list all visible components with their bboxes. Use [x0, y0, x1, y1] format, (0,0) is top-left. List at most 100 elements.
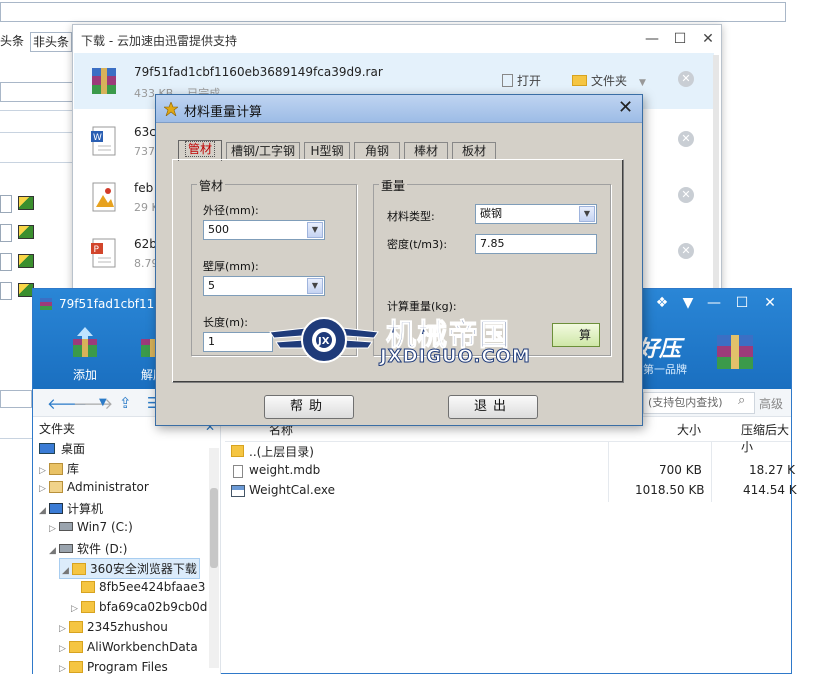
- expand-icon[interactable]: ▷: [59, 624, 69, 634]
- dialog-title: 材料重量计算: [184, 105, 263, 120]
- weight-group-label: 重量: [379, 177, 408, 194]
- folder-pane-title: 文件夹: [39, 422, 76, 436]
- close-icon[interactable]: ✕: [618, 97, 633, 118]
- close-button[interactable]: ✕: [759, 293, 781, 313]
- chevron-down-icon[interactable]: ▼: [307, 222, 323, 238]
- tree-label: 桌面: [61, 442, 86, 456]
- tree-item-computer[interactable]: ◢ 计算机: [39, 500, 103, 517]
- tab-plate[interactable]: 板材: [452, 142, 496, 160]
- tree-item-library[interactable]: ▷ 库: [39, 460, 79, 477]
- tree-item-administrator[interactable]: ▷ Administrator: [39, 480, 149, 494]
- expand-icon[interactable]: ▷: [59, 664, 69, 674]
- bg-tag-right[interactable]: 非头条: [30, 32, 72, 52]
- bg-field[interactable]: [0, 390, 32, 408]
- exit-button[interactable]: 退出: [448, 395, 538, 419]
- up-folder-icon[interactable]: ⇪: [119, 394, 132, 412]
- scrollbar[interactable]: [713, 55, 719, 315]
- remove-item-button[interactable]: ✕: [678, 131, 694, 147]
- file-name: weight.mdb: [249, 463, 321, 477]
- file-row[interactable]: weight.mdb 700 KB 18.27 K: [229, 461, 795, 481]
- tree-item-360-downloads[interactable]: ◢ 360安全浏览器下载: [59, 558, 200, 579]
- file-row[interactable]: WeightCal.exe 1018.50 KB 414.54 K: [229, 481, 797, 501]
- help-button[interactable]: 帮助: [264, 395, 354, 419]
- wall-thickness-combo[interactable]: 5 ▼: [203, 276, 325, 296]
- density-input[interactable]: 7.85: [475, 234, 597, 254]
- bg-checkbox[interactable]: [0, 282, 12, 300]
- file-name: feb: [134, 181, 154, 195]
- material-weight-dialog: 材料重量计算 ✕ 管材 槽钢/工字钢 H型钢 角钢 棒材 板材 管材 外径(mm…: [155, 94, 643, 426]
- tab-angle-steel[interactable]: 角钢: [354, 142, 400, 160]
- remove-item-button[interactable]: ✕: [678, 243, 694, 259]
- add-button[interactable]: 添加: [61, 325, 109, 383]
- maximize-button[interactable]: ☐: [731, 293, 753, 313]
- tree-scrollbar[interactable]: [209, 448, 219, 668]
- archive-window-title: 79f51fad1cbf1160: [59, 297, 170, 311]
- expand-icon[interactable]: ▷: [39, 466, 49, 476]
- chevron-down-icon[interactable]: ▼: [579, 206, 595, 222]
- bg-tag-left: 头条: [0, 34, 25, 48]
- maximize-button[interactable]: ☐: [669, 29, 691, 49]
- tab-bar[interactable]: 棒材: [404, 142, 448, 160]
- tab-pipe[interactable]: 管材: [178, 140, 222, 161]
- collapse-icon[interactable]: ◢: [62, 566, 72, 576]
- expand-icon[interactable]: ▷: [39, 484, 49, 494]
- drive-icon: [59, 522, 73, 531]
- bg-divider: [0, 438, 32, 439]
- image-file-icon: [92, 182, 116, 212]
- archive-app-icon: [40, 298, 52, 310]
- remove-item-button[interactable]: ✕: [678, 187, 694, 203]
- column-size[interactable]: 大小: [677, 421, 701, 438]
- tree-item-desktop[interactable]: 桌面: [39, 440, 85, 457]
- outer-diameter-combo[interactable]: 500 ▼: [203, 220, 325, 240]
- bg-checkbox[interactable]: [0, 195, 12, 213]
- forward-arrow-icon[interactable]: 🡒: [73, 394, 113, 413]
- svg-text:W: W: [93, 133, 102, 143]
- app-icon: [164, 102, 178, 116]
- scrollbar-thumb[interactable]: [210, 488, 218, 568]
- open-file-button[interactable]: 打开: [502, 72, 541, 89]
- bg-checkbox[interactable]: [0, 224, 12, 242]
- drive-icon: [59, 544, 73, 553]
- image-icon: [18, 254, 34, 268]
- tab-channel-ibeam[interactable]: 槽钢/工字钢: [226, 142, 300, 160]
- dialog-title-bar: 材料重量计算 ✕: [156, 95, 642, 123]
- open-folder-button[interactable]: 文件夹 ▼: [572, 72, 646, 89]
- tab-h-beam[interactable]: H型钢: [304, 142, 350, 160]
- chevron-down-icon[interactable]: ▼: [307, 278, 323, 294]
- brand-slogan: 第一品牌: [643, 363, 687, 376]
- material-type-combo[interactable]: 碳钢 ▼: [475, 204, 597, 224]
- tree-item-drive-c[interactable]: ▷ Win7 (C:): [49, 520, 133, 534]
- tree-item-folder[interactable]: ▷ AliWorkbenchData: [59, 640, 198, 654]
- tree-item-drive-d[interactable]: ◢ 软件 (D:): [49, 540, 127, 557]
- minimize-button[interactable]: —: [703, 293, 725, 313]
- advanced-search-button[interactable]: 高级: [759, 395, 783, 412]
- file-row[interactable]: ..(上层目录): [229, 441, 789, 461]
- tree-item-folder[interactable]: ▷ 2345zhushou: [59, 620, 168, 634]
- bg-checkbox[interactable]: [0, 253, 12, 271]
- file-name: 62b: [134, 237, 157, 251]
- minimize-button[interactable]: —: [641, 29, 663, 49]
- chevron-down-icon[interactable]: ▼: [99, 397, 107, 408]
- menu-dropdown-icon[interactable]: ▼: [677, 293, 699, 313]
- expand-icon[interactable]: ▷: [49, 524, 59, 534]
- skin-icon[interactable]: ❖: [651, 293, 673, 313]
- collapse-icon[interactable]: ◢: [39, 506, 49, 516]
- collapse-icon[interactable]: ◢: [49, 546, 59, 556]
- bg-url-field[interactable]: [0, 2, 786, 22]
- search-icon[interactable]: ⌕: [738, 393, 745, 408]
- tree-item-folder[interactable]: 8fb5ee424bfaae3: [81, 580, 205, 594]
- computer-icon: [49, 503, 63, 514]
- expand-icon[interactable]: ▷: [59, 644, 69, 654]
- tree-label: bfa69ca02b9cb0d: [99, 600, 208, 614]
- tree-item-folder[interactable]: ▷ Program Files: [59, 660, 168, 674]
- expand-icon[interactable]: ▷: [71, 604, 81, 614]
- svg-text:JX: JX: [317, 336, 330, 347]
- remove-item-button[interactable]: ✕: [678, 71, 694, 87]
- folder-icon: [572, 75, 587, 86]
- folder-icon: [69, 621, 83, 633]
- close-button[interactable]: ✕: [697, 29, 719, 49]
- tree-item-folder[interactable]: ▷ bfa69ca02b9cb0d: [71, 600, 207, 614]
- bg-field[interactable]: [0, 82, 74, 102]
- winged-gear-logo-icon: JX: [269, 317, 379, 363]
- length-input[interactable]: 1: [203, 332, 273, 352]
